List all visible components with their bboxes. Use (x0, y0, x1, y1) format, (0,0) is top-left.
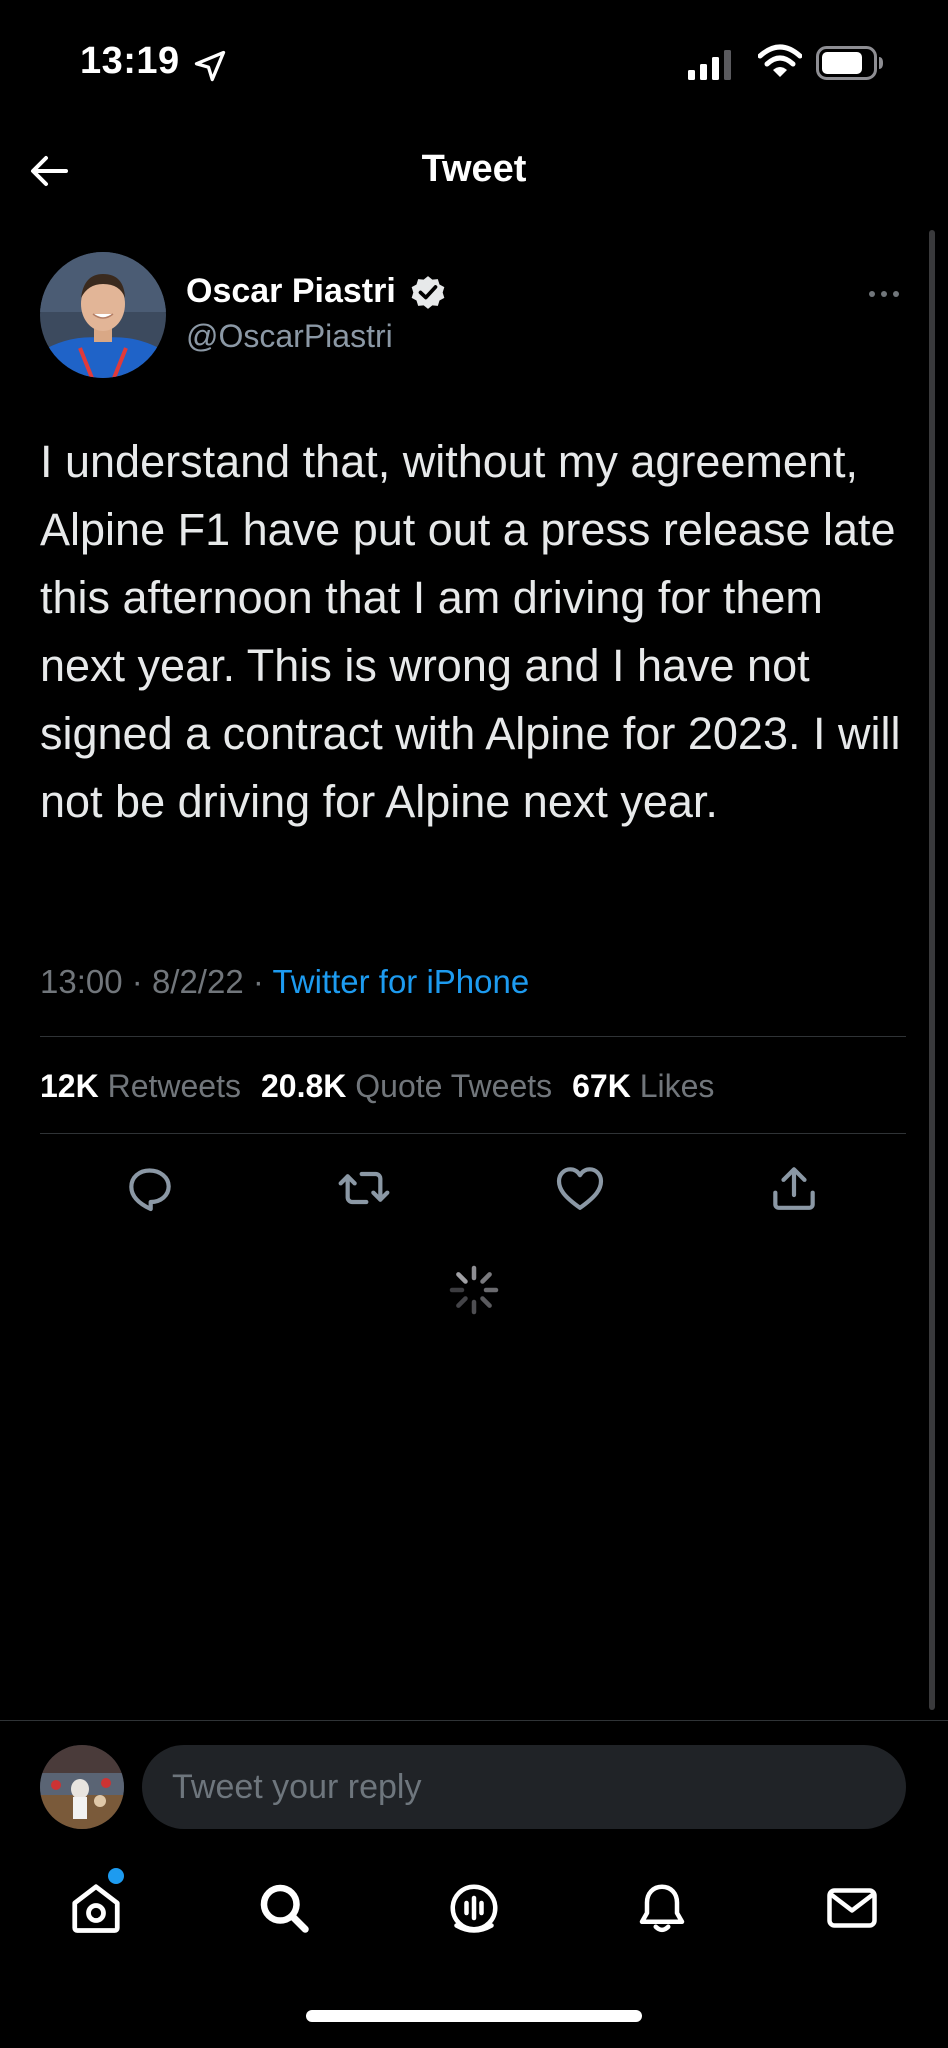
divider (40, 1036, 906, 1037)
quote-tweets-label: Quote Tweets (355, 1068, 553, 1104)
loading-spinner-icon (449, 1265, 499, 1315)
like-icon[interactable] (552, 1160, 608, 1216)
tweet-meta: 13:00 · 8/2/22 · Twitter for iPhone (40, 963, 529, 1001)
status-bar: 13:19 (0, 0, 948, 130)
tweet-text: I understand that, without my agreement,… (40, 436, 901, 827)
author-avatar[interactable] (40, 252, 166, 378)
location-arrow-icon (194, 50, 226, 82)
likes-count: 67K (572, 1068, 631, 1104)
search-icon[interactable] (254, 1878, 314, 1938)
author-name[interactable]: Oscar Piastri (186, 272, 396, 311)
quote-tweets-count: 20.8K (260, 1068, 347, 1104)
meta-separator: · (252, 963, 264, 1000)
spaces-icon[interactable] (444, 1878, 504, 1938)
tweet-date: 8/2/22 (151, 963, 244, 1000)
signal-icon (688, 50, 731, 80)
divider (40, 1133, 906, 1134)
retweet-icon[interactable] (336, 1160, 392, 1216)
messages-icon[interactable] (822, 1878, 882, 1938)
tweet-stats: 12K Retweets 20.8K Quote Tweets 67K Likes (40, 1068, 714, 1105)
reply-input[interactable] (142, 1745, 906, 1829)
page-title: Tweet (421, 148, 527, 190)
author-handle[interactable]: @OscarPiastri (186, 318, 393, 355)
more-options-icon[interactable] (862, 276, 906, 312)
likes-stat[interactable]: 67K Likes (572, 1068, 714, 1104)
quote-tweets-stat[interactable]: 20.8K Quote Tweets (261, 1068, 552, 1104)
meta-separator: · (131, 963, 143, 1000)
verified-badge-icon (411, 276, 445, 309)
home-icon[interactable] (66, 1878, 126, 1938)
status-time: 13:19 (80, 40, 180, 82)
retweets-label: Retweets (107, 1068, 241, 1104)
home-notification-dot (108, 1868, 124, 1884)
retweets-stat[interactable]: 12K Retweets (40, 1068, 241, 1104)
likes-label: Likes (639, 1068, 715, 1104)
notifications-icon[interactable] (632, 1878, 692, 1938)
scrollbar[interactable] (929, 230, 935, 1710)
reply-bar-divider (0, 1720, 948, 1721)
tweet-time: 13:00 (40, 963, 123, 1000)
reply-icon[interactable] (122, 1160, 178, 1216)
share-icon[interactable] (766, 1160, 822, 1216)
battery-icon (816, 46, 883, 80)
user-avatar[interactable] (40, 1745, 124, 1829)
retweets-count: 12K (40, 1068, 99, 1104)
nav-header: Tweet (0, 130, 948, 210)
wifi-icon (758, 44, 802, 77)
home-indicator[interactable] (306, 2010, 642, 2022)
tweet-source-link[interactable]: Twitter for iPhone (272, 963, 529, 1000)
